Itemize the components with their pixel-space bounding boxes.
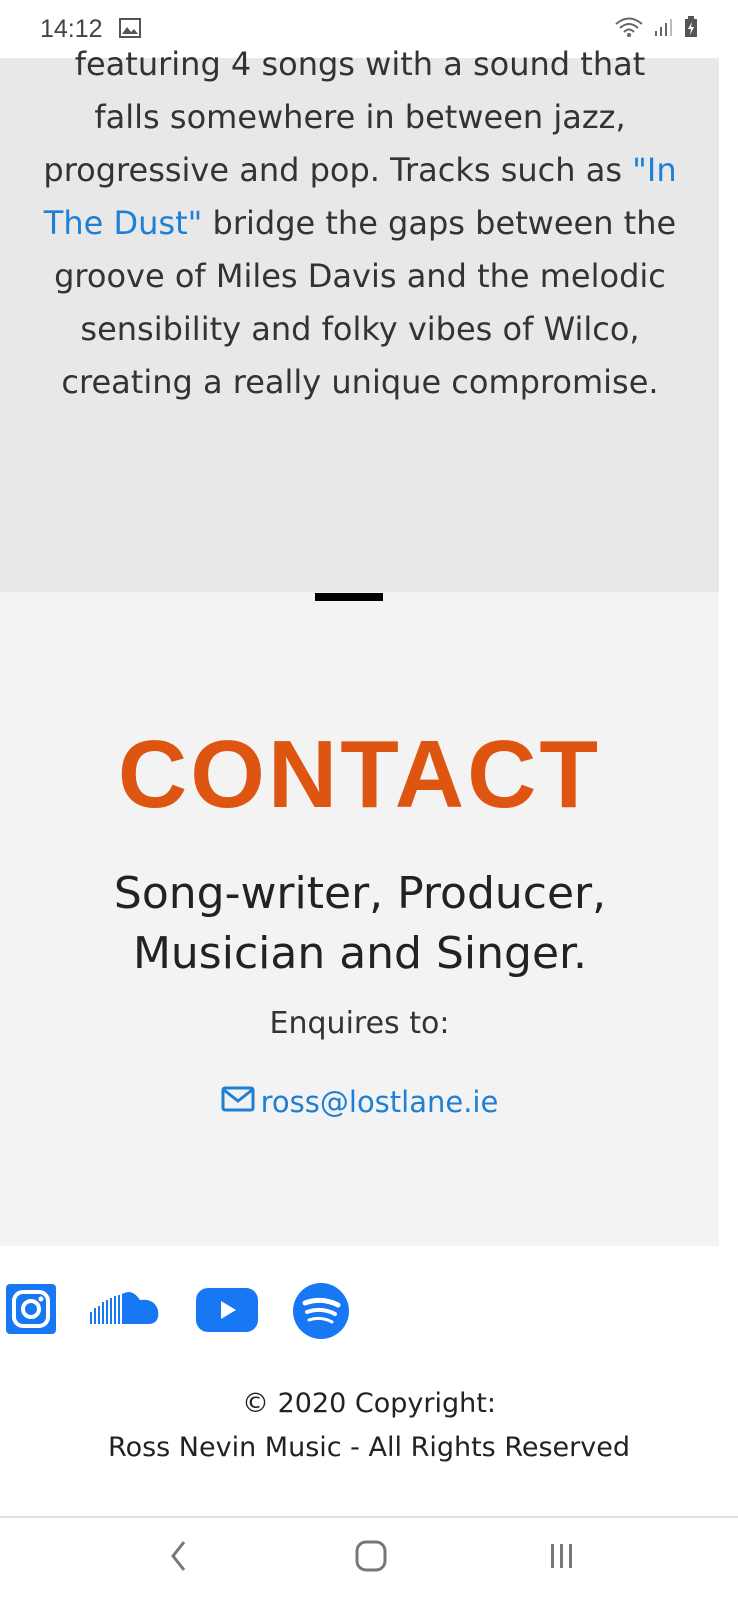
section-divider [315,593,383,601]
back-nav-icon[interactable] [168,1538,190,1578]
email-text: ross@lostlane.ie [260,1085,499,1119]
instagram-icon[interactable] [6,1284,56,1338]
about-section: featuring 4 songs with a sound that fall… [0,45,719,592]
wifi-icon [614,16,644,38]
enquiries-label: Enquires to: [269,1006,450,1041]
contact-email: ross@lostlane.ie [0,1082,719,1122]
about-text-start: featuring 4 songs with a sound that fall… [43,45,646,189]
spotify-icon[interactable] [292,1282,350,1344]
signal-icon [654,17,674,37]
status-icons [614,16,698,38]
envelope-icon [221,1082,255,1122]
rights-line: Ross Nevin Music - All Rights Reserved [108,1432,630,1463]
battery-icon [684,16,698,38]
system-nav-bar [0,1516,738,1602]
footer-copyright: © 2020 Copyright: Ross Nevin Music - All… [0,1382,738,1470]
gallery-notification-icon [119,18,141,38]
youtube-icon[interactable] [196,1288,258,1336]
contact-subtitle: Song-writer, Producer, Musician and Sing… [113,868,607,979]
social-links [6,1283,726,1340]
about-text: featuring 4 songs with a sound that fall… [40,38,680,409]
recents-nav-icon[interactable] [548,1538,576,1578]
home-nav-icon[interactable] [354,1538,388,1578]
contact-title: CONTACT [117,721,602,828]
copyright-line: © 2020 Copyright: [242,1388,496,1419]
email-link[interactable]: ross@lostlane.ie [221,1082,499,1122]
soundcloud-icon[interactable] [90,1290,162,1332]
contact-section: CONTACT Song-writer, Producer, Musician … [0,592,719,1246]
